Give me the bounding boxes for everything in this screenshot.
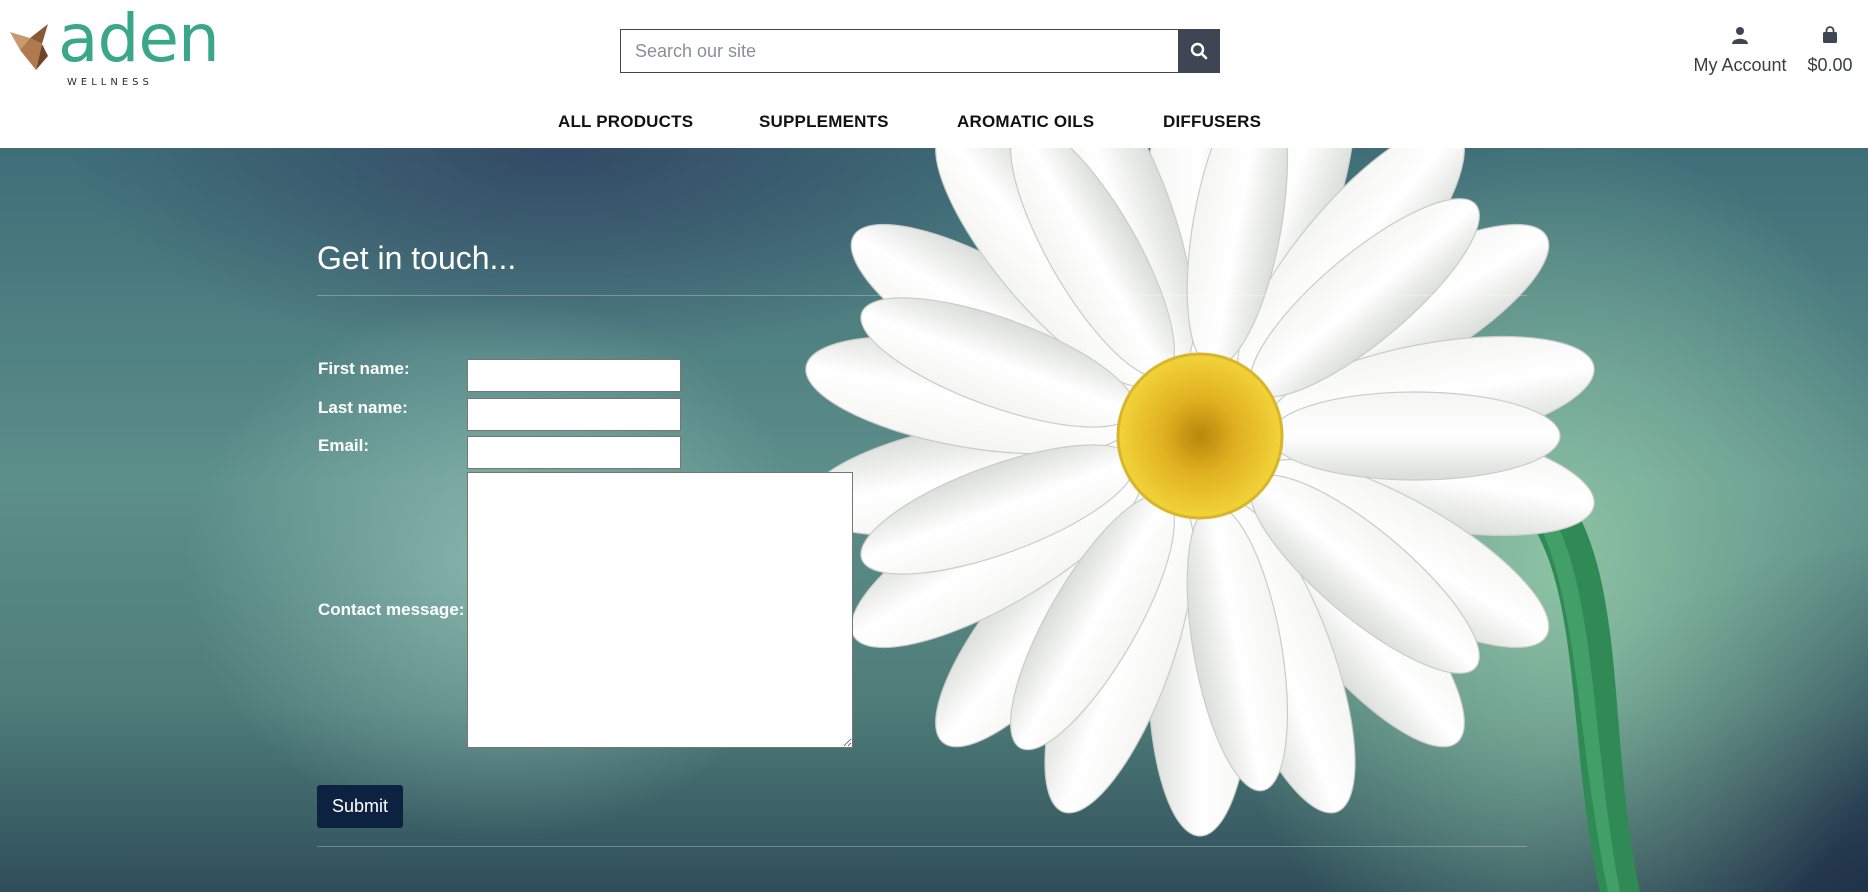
email-label: Email: xyxy=(318,436,370,455)
contact-hero: Get in touch... First name: Last name: E… xyxy=(0,148,1868,892)
nav-item-all-products[interactable]: ALL PRODUCTS xyxy=(558,112,693,132)
my-account-link[interactable]: My Account xyxy=(1690,26,1790,76)
nav-item-supplements[interactable]: SUPPLEMENTS xyxy=(759,112,889,132)
email-field[interactable] xyxy=(467,436,681,469)
contact-message-field[interactable] xyxy=(467,472,853,748)
first-name-label: First name: xyxy=(318,359,410,378)
first-name-field[interactable] xyxy=(467,359,681,392)
last-name-label: Last name: xyxy=(318,398,408,417)
brand-wordmark: aden xyxy=(58,0,220,77)
divider xyxy=(317,295,1527,296)
brand-logo[interactable]: aden WELLNESS xyxy=(8,6,220,90)
brand-tagline: WELLNESS xyxy=(67,77,153,88)
nav-item-aromatic-oils[interactable]: AROMATIC OILS xyxy=(957,112,1094,132)
my-account-label: My Account xyxy=(1693,55,1787,75)
cart-total: $0.00 xyxy=(1807,55,1853,75)
nav-item-diffusers[interactable]: DIFFUSERS xyxy=(1163,112,1261,132)
divider xyxy=(317,846,1527,847)
last-name-field[interactable] xyxy=(467,398,681,431)
contact-form: Get in touch... First name: Last name: E… xyxy=(317,148,1527,892)
cart-link[interactable]: $0.00 xyxy=(1800,26,1860,76)
shopping-bag-icon xyxy=(1823,26,1837,43)
page-title: Get in touch... xyxy=(317,240,517,276)
search-bar xyxy=(620,29,1220,73)
search-icon xyxy=(1190,42,1208,60)
site-header: aden WELLNESS My Account $0.00 ALL PRODU… xyxy=(0,0,1868,148)
search-input[interactable] xyxy=(620,29,1178,73)
contact-message-label: Contact message: xyxy=(318,600,465,619)
person-icon xyxy=(1732,27,1748,44)
search-button[interactable] xyxy=(1178,29,1220,73)
submit-button[interactable]: Submit xyxy=(317,785,403,828)
origami-bird-icon xyxy=(10,24,48,70)
